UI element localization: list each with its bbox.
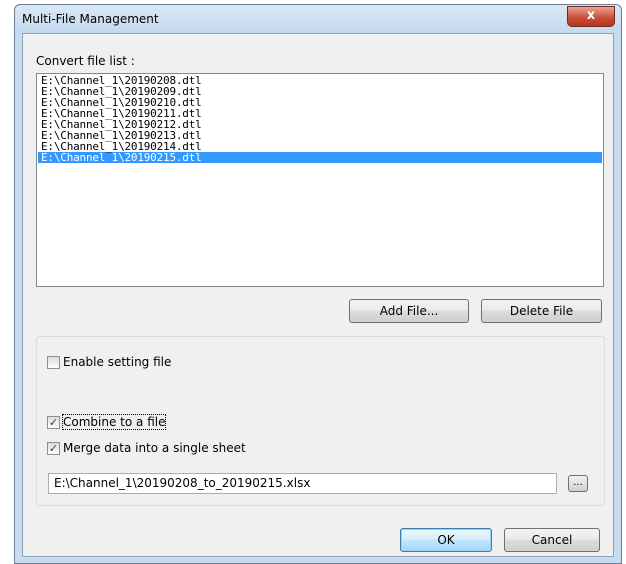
combine-to-file-checkbox[interactable]: ✓ [47, 416, 60, 429]
delete-file-button[interactable]: Delete File [481, 299, 602, 323]
file-list-label: Convert file list : [36, 54, 135, 68]
ok-button[interactable]: OK [400, 528, 492, 552]
browse-button[interactable]: ... [568, 475, 588, 492]
merge-single-sheet-label[interactable]: Merge data into a single sheet [63, 441, 246, 455]
window-title: Multi-File Management [22, 12, 159, 26]
enable-setting-file-checkbox[interactable] [47, 356, 60, 369]
combine-to-file-label[interactable]: Combine to a file [61, 414, 167, 430]
merge-single-sheet-checkbox[interactable]: ✓ [47, 442, 60, 455]
title-bar[interactable]: Multi-File Management x [15, 5, 621, 33]
list-item-selected[interactable]: E:\Channel_1\20190215.dtl [38, 152, 602, 163]
cancel-button[interactable]: Cancel [504, 528, 600, 552]
close-icon: x [586, 8, 596, 23]
dialog-window: Multi-File Management x Convert file lis… [14, 4, 622, 564]
checkmark-icon: ✓ [48, 442, 59, 455]
dialog-client-area: Convert file list : E:\Channel_1\2019020… [22, 33, 614, 557]
file-listbox[interactable]: E:\Channel_1\20190208.dtl E:\Channel_1\2… [36, 73, 604, 287]
add-file-button[interactable]: Add File... [349, 299, 469, 323]
enable-setting-file-label[interactable]: Enable setting file [63, 355, 171, 369]
output-path-field[interactable]: E:\Channel_1\20190208_to_20190215.xlsx [48, 473, 557, 494]
checkmark-icon: ✓ [48, 416, 59, 429]
close-button[interactable]: x [567, 6, 615, 27]
